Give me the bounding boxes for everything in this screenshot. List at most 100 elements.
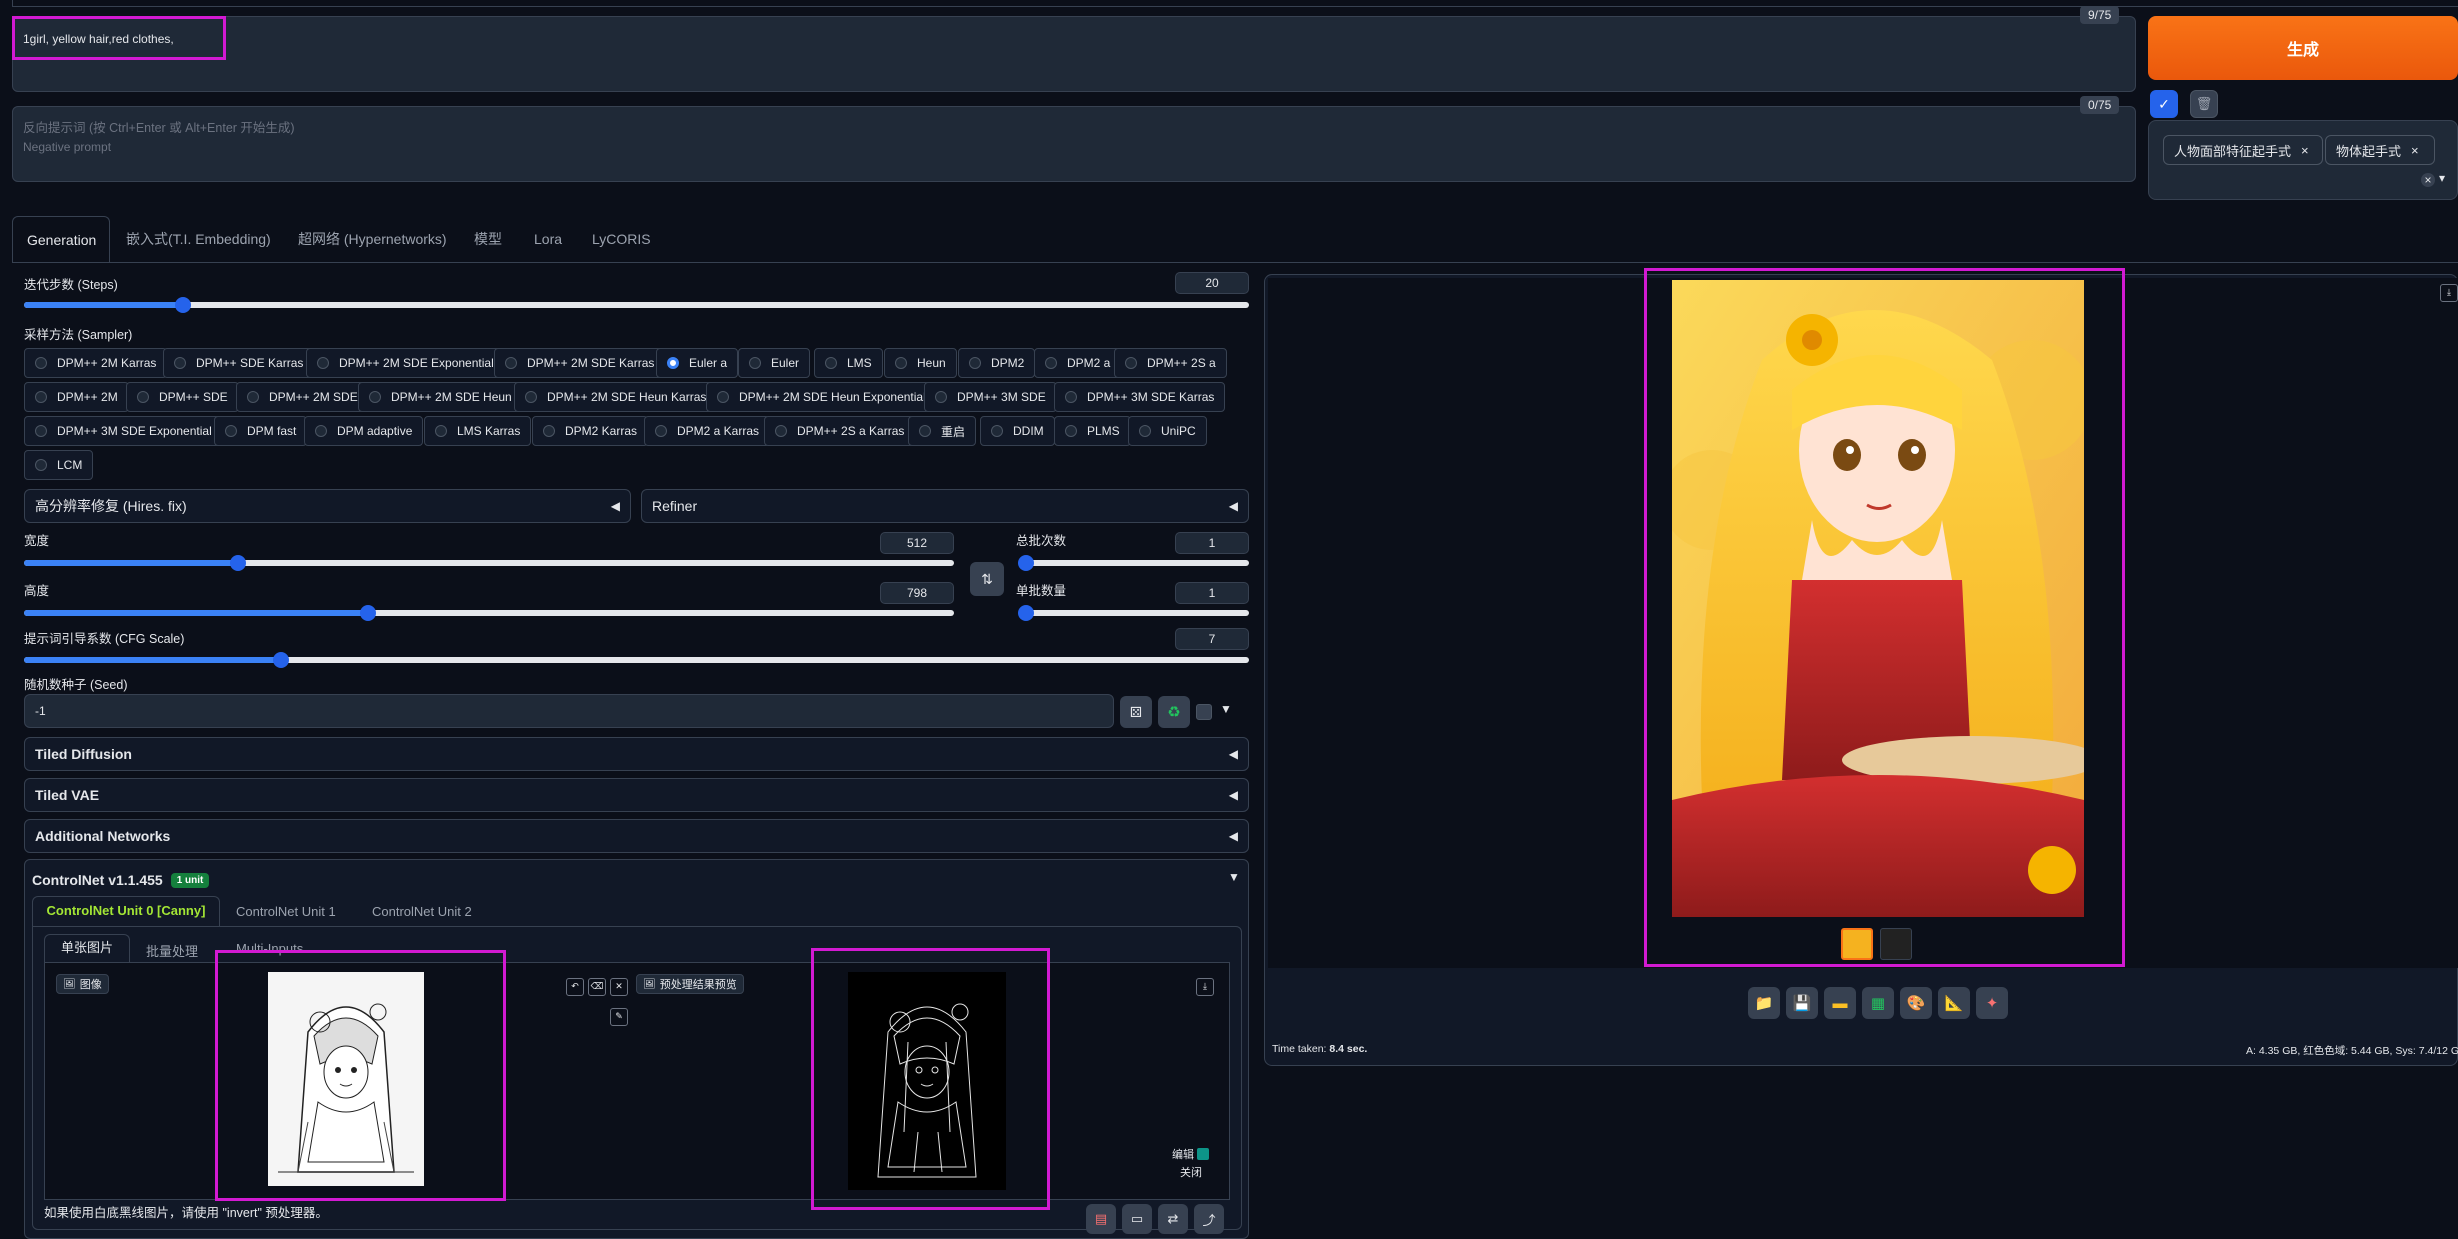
sampler-option[interactable]: DPM2 Karras (532, 416, 649, 446)
random-seed-button[interactable]: ⚄ (1120, 696, 1152, 728)
close-icon[interactable]: × (2301, 143, 2309, 158)
steps-slider-thumb[interactable] (175, 297, 192, 313)
paste-prompt-button[interactable]: ✓ (2150, 90, 2178, 118)
clear-image-button[interactable]: ⌫ (588, 978, 606, 996)
controlnet-unit-tab-0[interactable]: ControlNet Unit 0 [Canny] (32, 896, 220, 926)
sampler-option[interactable]: DPM adaptive (304, 416, 424, 446)
open-folder-button[interactable]: 📁 (1748, 987, 1780, 1019)
sampler-option[interactable]: LMS Karras (424, 416, 532, 446)
sampler-option[interactable]: Euler (738, 348, 811, 378)
expand-triangle-icon[interactable]: ▼ (1228, 870, 1240, 884)
styles-dropdown[interactable]: 人物面部特征起手式 × 物体起手式 × × ▾ (2148, 120, 2458, 200)
sampler-option[interactable]: DPM++ 2M SDE (236, 382, 369, 412)
sampler-option[interactable]: DPM++ 2M (24, 382, 129, 412)
tiled-diffusion-accordion[interactable]: Tiled Diffusion ◀ (24, 737, 1249, 771)
refiner-accordion[interactable]: Refiner ◀ (641, 489, 1249, 523)
sampler-option[interactable]: DPM++ 2S a Karras (764, 416, 916, 446)
controlnet-mode-tab-single[interactable]: 单张图片 (44, 934, 130, 962)
close-icon[interactable]: × (2411, 143, 2419, 158)
cfg-input[interactable]: 7 (1175, 628, 1249, 650)
sampler-option[interactable]: 重启 (908, 416, 977, 446)
zip-button[interactable]: ▬ (1824, 987, 1856, 1019)
tab-hypernetworks[interactable]: 超网络 (Hypernetworks) (284, 216, 461, 262)
sampler-option[interactable]: DPM++ SDE (126, 382, 239, 412)
tab-generation[interactable]: Generation (12, 216, 110, 262)
sampler-option[interactable]: DPM fast (214, 416, 308, 446)
chevron-down-icon[interactable]: ▾ (2439, 171, 2445, 185)
sampler-option[interactable]: DPM++ 2M SDE Heun Karras (514, 382, 718, 412)
save-button[interactable]: 💾 (1786, 987, 1818, 1019)
width-slider-thumb[interactable] (229, 555, 246, 571)
batch-size-input[interactable]: 1 (1175, 582, 1249, 604)
sampler-option[interactable]: DPM++ 3M SDE Karras (1054, 382, 1226, 412)
controlnet-mode-tab-batch[interactable]: 批量处理 (146, 941, 198, 960)
reuse-seed-button[interactable]: ♻ (1158, 696, 1190, 728)
edit-button[interactable]: 编辑 (1172, 1146, 1209, 1162)
sampler-option-selected[interactable]: Euler a (656, 348, 739, 378)
sampler-option[interactable]: DPM++ 2M SDE Heun (358, 382, 523, 412)
send-to-img2img-button[interactable]: ▦ (1862, 987, 1894, 1019)
cfg-slider-thumb[interactable] (273, 652, 290, 668)
steps-slider[interactable] (24, 297, 1249, 313)
close-image-button[interactable]: ✕ (610, 978, 628, 996)
sampler-option[interactable]: DPM2 (958, 348, 1036, 378)
sampler-option[interactable]: DPM2 a (1034, 348, 1122, 378)
batch-count-slider-thumb[interactable] (1018, 555, 1035, 571)
sampler-option[interactable]: DPM++ SDE Karras (163, 348, 315, 378)
extra-seed-triangle-icon[interactable]: ▼ (1220, 702, 1232, 716)
height-slider[interactable] (24, 605, 954, 621)
steps-input[interactable]: 20 (1175, 272, 1249, 294)
generate-button[interactable]: 生成 (2148, 16, 2458, 80)
extra-seed-checkbox[interactable] (1196, 704, 1212, 720)
seed-input[interactable]: -1 (24, 694, 1114, 728)
sampler-option[interactable]: UniPC (1128, 416, 1207, 446)
negative-prompt-textarea[interactable]: 反向提示词 (按 Ctrl+Enter 或 Alt+Enter 开始生成) Ne… (12, 106, 2136, 182)
sampler-option[interactable]: DPM++ 2S a (1114, 348, 1227, 378)
tab-checkpoints[interactable]: 模型 (460, 216, 516, 262)
prompt-textarea[interactable]: 1girl, yellow hair,red clothes, (12, 16, 2136, 92)
controlnet-unit-tab-2[interactable]: ControlNet Unit 2 (372, 904, 472, 919)
swap-dimensions-button[interactable]: ⇅ (970, 562, 1004, 596)
gallery-thumbnail-selected[interactable] (1841, 928, 1873, 960)
width-input[interactable]: 512 (880, 532, 954, 554)
style-chip-face[interactable]: 人物面部特征起手式 × (2163, 135, 2323, 165)
sampler-option[interactable]: DDIM (980, 416, 1055, 446)
height-slider-thumb[interactable] (360, 605, 377, 621)
tiled-vae-accordion[interactable]: Tiled VAE ◀ (24, 778, 1249, 812)
sampler-option[interactable]: DPM2 a Karras (644, 416, 771, 446)
controlnet-header[interactable]: ControlNet v1.1.455 1 unit (32, 868, 1242, 892)
tab-lycoris[interactable]: LyCORIS (578, 216, 665, 262)
download-preview-button[interactable]: ⤓ (1196, 978, 1214, 996)
send-to-controlnet-button[interactable]: ✦ (1976, 987, 2008, 1019)
batch-count-slider[interactable] (1018, 555, 1249, 571)
sampler-option[interactable]: DPM++ 2M SDE Exponential (306, 348, 505, 378)
sampler-option[interactable]: DPM++ 2M Karras (24, 348, 168, 378)
sampler-option[interactable]: LCM (24, 450, 94, 480)
style-chip-object[interactable]: 物体起手式 × (2325, 135, 2435, 165)
send-to-extras-button[interactable]: 📐 (1938, 987, 1970, 1019)
batch-size-slider[interactable] (1018, 605, 1249, 621)
send-to-inpaint-button[interactable]: 🎨 (1900, 987, 1932, 1019)
additional-networks-accordion[interactable]: Additional Networks ◀ (24, 819, 1249, 853)
gallery-download-button[interactable]: ⤓ (2440, 284, 2458, 302)
sampler-option[interactable]: DPM++ 2M SDE Heun Exponential (706, 382, 937, 412)
batch-count-input[interactable]: 1 (1175, 532, 1249, 554)
undo-button[interactable]: ↶ (566, 978, 584, 996)
cfg-slider[interactable] (24, 652, 1249, 668)
sampler-option[interactable]: Heun (884, 348, 957, 378)
sampler-option[interactable]: LMS (814, 348, 883, 378)
hires-fix-accordion[interactable]: 高分辨率修复 (Hires. fix) ◀ (24, 489, 631, 523)
width-slider[interactable] (24, 555, 954, 571)
batch-size-slider-thumb[interactable] (1018, 605, 1035, 621)
sampler-option[interactable]: DPM++ 2M SDE Karras (494, 348, 666, 378)
height-input[interactable]: 798 (880, 582, 954, 604)
controlnet-unit-tab-1[interactable]: ControlNet Unit 1 (236, 904, 336, 919)
clear-prompt-button[interactable]: 🗑 (2190, 90, 2218, 118)
sampler-option[interactable]: PLMS (1054, 416, 1131, 446)
sampler-option[interactable]: DPM++ 3M SDE Exponential (24, 416, 223, 446)
tab-lora[interactable]: Lora (520, 216, 576, 262)
tab-embedding[interactable]: 嵌入式(T.I. Embedding) (112, 216, 285, 262)
brush-button[interactable]: ✎ (610, 1008, 628, 1026)
sampler-option[interactable]: DPM++ 3M SDE (924, 382, 1057, 412)
gallery-thumbnail[interactable] (1880, 928, 1912, 960)
